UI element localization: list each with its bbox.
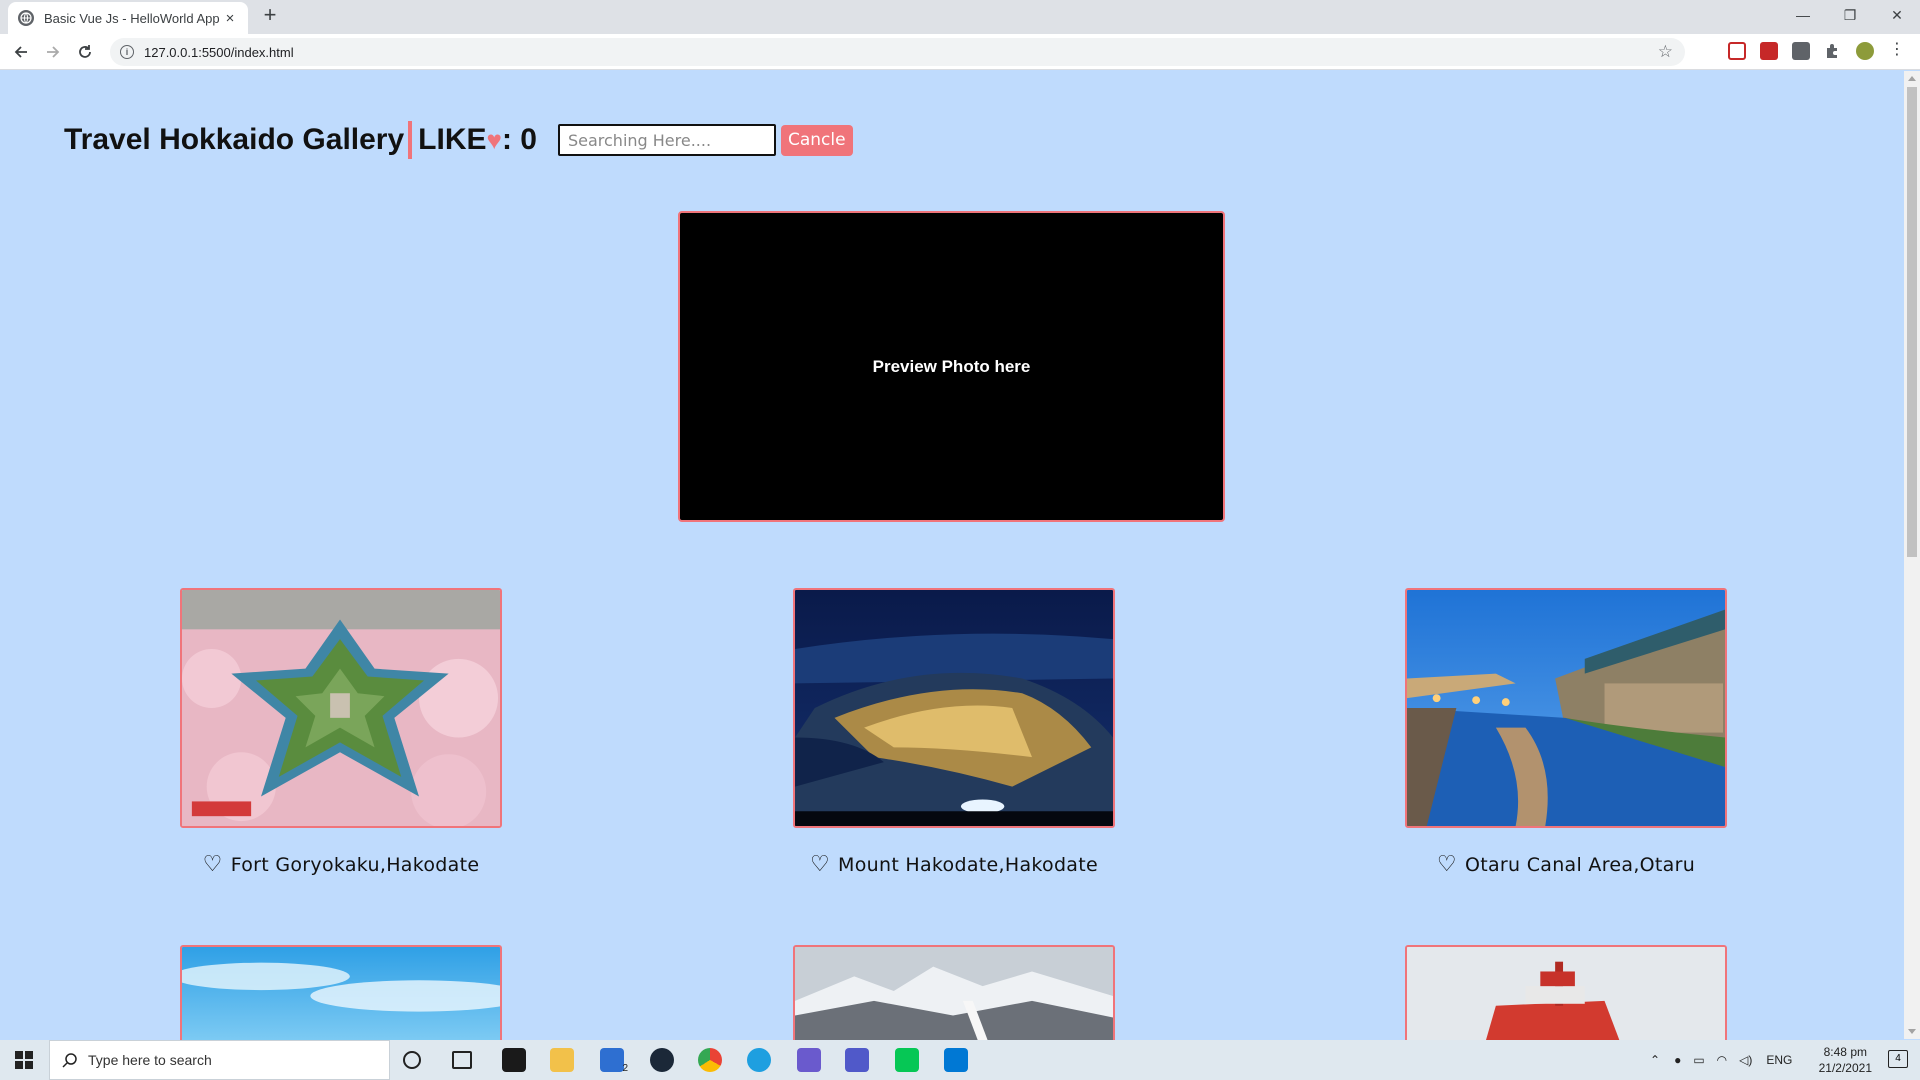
search-icon [62, 1053, 77, 1068]
gallery-card[interactable]: ♡ Mount Hakodate,Hakodate [793, 588, 1115, 876]
fort-goryokaku-photo[interactable] [180, 588, 502, 828]
new-tab-button[interactable]: + [258, 4, 282, 28]
gallery-caption: ♡ Otaru Canal Area,Otaru [1405, 854, 1727, 877]
language-indicator[interactable]: ENG [1766, 1053, 1792, 1067]
windows-taskbar: Type here to search 2 ⌃ ● ▭ ◠ ◁) ENG 8:4… [0, 1040, 1920, 1080]
title-divider [408, 121, 413, 159]
taskbar-search-text: Type here to search [88, 1052, 212, 1068]
line-icon[interactable] [895, 1048, 919, 1072]
browser-menu-icon[interactable]: ⋮ [1888, 42, 1906, 60]
page-header: Travel Hokkaido Gallery LIKE♥: 0 Cancle [64, 121, 853, 159]
otaru-canal-photo[interactable] [1405, 588, 1727, 828]
browser-tab-strip: Basic Vue Js - HelloWorld App × + — ❐ ✕ [0, 0, 1920, 34]
back-icon[interactable] [9, 40, 33, 64]
pocket-extension-icon[interactable] [1728, 42, 1746, 60]
game-app-icon[interactable] [502, 1048, 526, 1072]
page-title: Travel Hokkaido Gallery [64, 123, 405, 156]
globe-icon [18, 10, 34, 26]
steam-icon[interactable] [650, 1048, 674, 1072]
scroll-down-icon[interactable] [1908, 1029, 1916, 1034]
task-view-icon[interactable] [452, 1051, 472, 1069]
like-counter: LIKE♥: 0 [418, 123, 537, 157]
browser-toolbar: i 127.0.0.1:5500/index.html ☆ ⋮ [0, 34, 1920, 70]
restore-button[interactable]: ❐ [1827, 0, 1873, 30]
taskbar-clock[interactable]: 8:48 pm 21/2/2021 [1819, 1044, 1872, 1076]
address-bar[interactable]: i 127.0.0.1:5500/index.html ☆ [110, 38, 1685, 66]
info-icon[interactable]: i [120, 45, 134, 59]
wifi-icon[interactable]: ◠ [1717, 1053, 1727, 1067]
profile-avatar[interactable] [1856, 42, 1874, 60]
show-hidden-icons-chevron-icon[interactable]: ⌃ [1650, 1053, 1660, 1067]
clock-date: 21/2/2021 [1818, 1061, 1872, 1075]
file-explorer-icon[interactable] [550, 1048, 574, 1072]
page-content: Travel Hokkaido Gallery LIKE♥: 0 Cancle … [0, 71, 1904, 1040]
gallery-caption: ♡ Fort Goryokaku,Hakodate [180, 854, 502, 877]
heart-icon: ♥ [486, 125, 502, 155]
like-label: LIKE [418, 123, 487, 156]
scroll-up-icon[interactable] [1908, 76, 1916, 81]
notification-center-icon[interactable]: 4 [1888, 1050, 1908, 1068]
url-text: 127.0.0.1:5500/index.html [144, 44, 294, 60]
preview-text: Preview Photo here [872, 356, 1031, 376]
mail-badge: 2 [622, 1063, 628, 1074]
minimize-button[interactable]: — [1780, 0, 1826, 30]
camera-extension-icon[interactable] [1792, 42, 1810, 60]
volume-icon[interactable]: ◁) [1739, 1053, 1752, 1067]
gallery-card[interactable] [793, 945, 1115, 1040]
teams-icon[interactable] [845, 1048, 869, 1072]
heart-outline-icon[interactable]: ♡ [1437, 854, 1457, 876]
search-input[interactable] [557, 124, 776, 156]
forward-icon[interactable] [41, 40, 65, 64]
edge-icon[interactable] [747, 1048, 771, 1072]
vscode-icon[interactable] [944, 1048, 968, 1072]
scrollbar-thumb[interactable] [1907, 87, 1917, 557]
heart-outline-icon[interactable]: ♡ [203, 854, 223, 876]
system-tray: ⌃ ● ▭ ◠ ◁) ENG [1650, 1040, 1792, 1080]
close-window-button[interactable]: ✕ [1874, 0, 1920, 30]
snow-mountain-photo[interactable] [793, 945, 1115, 1040]
taskbar-search[interactable]: Type here to search [49, 1040, 390, 1080]
gallery-card[interactable]: ♡ Fort Goryokaku,Hakodate [180, 588, 502, 876]
gallery-card[interactable] [1405, 945, 1727, 1040]
gallery-caption-text: Fort Goryokaku,Hakodate [230, 854, 480, 876]
close-tab-icon[interactable]: × [222, 10, 238, 27]
bookmark-star-icon[interactable]: ☆ [1658, 42, 1673, 62]
gallery-card[interactable] [180, 945, 502, 1040]
page-scrollbar[interactable] [1904, 71, 1920, 1039]
preview-panel: Preview Photo here [678, 211, 1225, 522]
clock-time: 8:48 pm [1823, 1045, 1867, 1059]
mail-icon[interactable]: 2 [600, 1048, 628, 1074]
like-count: : 0 [501, 123, 537, 156]
heart-outline-icon[interactable]: ♡ [810, 854, 830, 876]
gallery-card[interactable]: ♡ Otaru Canal Area,Otaru [1405, 588, 1727, 876]
extensions-puzzle-icon[interactable] [1824, 42, 1842, 60]
cancel-button[interactable]: Cancle [780, 124, 853, 156]
blue-sky-photo[interactable] [180, 945, 502, 1040]
gallery-caption-text: Mount Hakodate,Hakodate [838, 854, 1098, 876]
browser-tab[interactable]: Basic Vue Js - HelloWorld App × [8, 2, 248, 34]
windows-start-icon[interactable] [0, 1040, 48, 1080]
icebreaker-ship-photo[interactable] [1405, 945, 1727, 1040]
gallery-caption: ♡ Mount Hakodate,Hakodate [793, 854, 1115, 877]
microphone-icon[interactable]: ● [1674, 1053, 1681, 1067]
reload-icon[interactable] [73, 40, 97, 64]
tab-title: Basic Vue Js - HelloWorld App [44, 10, 220, 26]
shield-extension-icon[interactable] [1760, 42, 1778, 60]
chat-app-icon[interactable] [797, 1048, 821, 1072]
chrome-icon[interactable] [698, 1048, 722, 1072]
cortana-icon[interactable] [403, 1051, 421, 1069]
night-city-photo[interactable] [793, 588, 1115, 828]
battery-icon[interactable]: ▭ [1693, 1053, 1704, 1067]
gallery-caption-text: Otaru Canal Area,Otaru [1464, 854, 1696, 876]
